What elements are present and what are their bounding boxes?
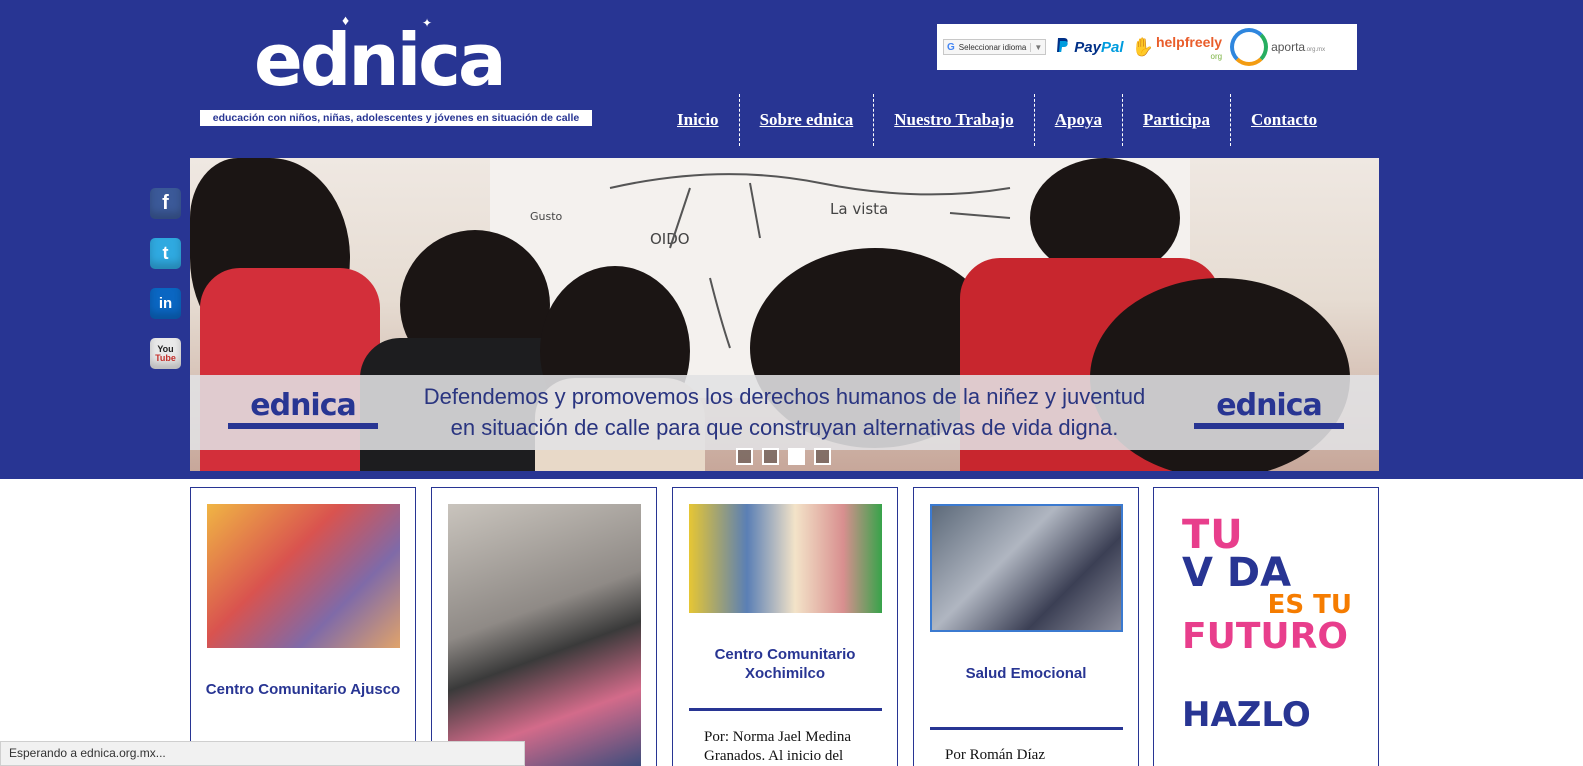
hero-mission-line-1: Defendemos y promovemos los derechos hum… — [423, 384, 1146, 409]
linkedin-icon[interactable]: in — [150, 288, 181, 319]
card-divider — [689, 708, 882, 711]
hero-mission: Defendemos y promovemos los derechos hum… — [390, 381, 1179, 443]
card-title[interactable]: Salud Emocional — [914, 664, 1138, 683]
aporta-icon — [1230, 28, 1269, 66]
social-links: f t in You Tube — [150, 188, 181, 388]
poster-text: HAZLO — [1182, 695, 1311, 735]
slider-dot-4[interactable] — [814, 448, 831, 465]
hero-banner: ednica Defendemos y promovemos los derec… — [190, 375, 1379, 450]
site-logo[interactable]: ♦ ✦ ednica educación con niños, niñas, a… — [200, 12, 592, 128]
helpfreely-label: helpfreely — [1155, 33, 1223, 50]
paypal-label-pay: Pay — [1074, 38, 1101, 56]
poster-text: V DA — [1182, 550, 1292, 596]
slider-dot-3[interactable] — [788, 448, 805, 465]
banner-logo-bar — [228, 423, 378, 429]
card-excerpt: Por Román Díaz — [945, 747, 1045, 763]
slider-dots — [736, 448, 840, 465]
aporta-button[interactable]: aporta.org.mx — [1230, 28, 1325, 66]
language-select-label: Seleccionar idioma — [958, 42, 1027, 52]
youtube-icon[interactable]: You Tube — [150, 338, 181, 369]
hands-icon: ✋ — [1131, 36, 1154, 57]
paypal-icon — [1056, 37, 1070, 57]
banner-logo-word: ednica — [1216, 388, 1323, 423]
card-excerpt: Por: Norma Jael Medina Granados. Al inic… — [704, 729, 852, 764]
google-icon: G — [947, 41, 955, 53]
card-ajusco[interactable]: Centro Comunitario Ajusco — [190, 487, 416, 766]
aporta-domain: .org.mx — [1305, 47, 1326, 53]
card-photo[interactable] — [207, 504, 400, 648]
poster-text: TU — [1182, 512, 1244, 558]
card-photo[interactable] — [689, 504, 882, 613]
card-photo[interactable] — [448, 504, 641, 766]
helpfreely-org: org — [1210, 51, 1223, 61]
chevron-down-icon: ▼ — [1030, 42, 1042, 52]
card-salud-emocional[interactable]: Salud Emocional Por Román Díaz — [913, 487, 1139, 766]
card-title[interactable]: Centro Comunitario Ajusco — [191, 680, 415, 699]
slider-dot-1[interactable] — [736, 448, 753, 465]
slider-dot-2[interactable] — [762, 448, 779, 465]
youtube-label-tube: Tube — [155, 352, 176, 363]
card-photo[interactable] — [930, 504, 1123, 632]
helpfreely-button[interactable]: ✋ helpfreely org — [1132, 34, 1223, 61]
nav-participa[interactable]: Participa — [1121, 94, 1230, 146]
card-title[interactable]: Centro Comunitario Xochimilco — [673, 645, 897, 683]
card-campaign-poster[interactable]: TU V DA ES TU FUTURO HAZLO — [1153, 487, 1379, 766]
paypal-label-pal: Pal — [1101, 38, 1124, 56]
hero-slider: La vista OIDO Gusto ednica Defendemos y … — [190, 158, 1379, 471]
nav-sobre-ednica[interactable]: Sobre ednica — [738, 94, 874, 146]
facebook-icon[interactable]: f — [150, 188, 181, 219]
campaign-poster[interactable]: TU V DA ES TU FUTURO HAZLO — [1182, 512, 1352, 735]
browser-status-bar: Esperando a ednica.org.mx... — [0, 741, 525, 766]
banner-logo-word: ednica — [250, 388, 357, 423]
aporta-label: aporta — [1271, 40, 1306, 54]
card-divider — [930, 727, 1123, 730]
hero-mission-line-2: en situación de calle para que construya… — [450, 415, 1119, 440]
language-select[interactable]: G Seleccionar idioma ▼ — [943, 39, 1047, 55]
card-xochimilco[interactable]: Centro Comunitario Xochimilco Por: Norma… — [672, 487, 898, 766]
nav-apoya[interactable]: Apoya — [1033, 94, 1122, 146]
main-nav: Inicio Sobre ednica Nuestro Trabajo Apoy… — [659, 94, 1337, 146]
poster-text: FUTURO — [1182, 616, 1348, 657]
paypal-button[interactable]: Pay Pal — [1056, 37, 1124, 57]
logo-tagline: educación con niños, niñas, adolescentes… — [200, 110, 592, 126]
banner-logo-right: ednica — [1194, 389, 1344, 435]
twitter-icon[interactable]: t — [150, 238, 181, 269]
nav-nuestro-trabajo[interactable]: Nuestro Trabajo — [873, 94, 1033, 146]
banner-logo-bar — [1194, 423, 1344, 429]
nav-contacto[interactable]: Contacto — [1230, 94, 1337, 146]
banner-logo-left: ednica — [228, 389, 378, 435]
card-group-photo[interactable] — [431, 487, 657, 766]
donate-bar: G Seleccionar idioma ▼ Pay Pal ✋ helpfree… — [937, 24, 1357, 70]
nav-inicio[interactable]: Inicio — [659, 94, 739, 146]
logo-word: ednica — [254, 18, 507, 102]
